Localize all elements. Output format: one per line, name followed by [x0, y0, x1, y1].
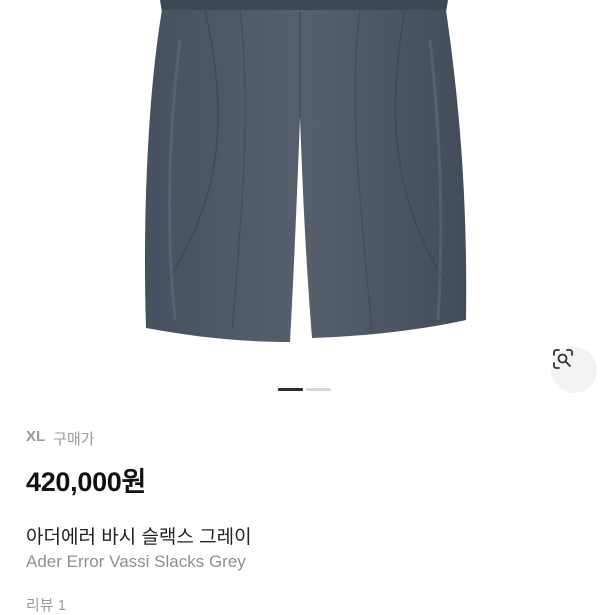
product-image-gallery[interactable] — [0, 0, 611, 404]
size-label: XL — [26, 428, 46, 445]
gallery-pagination — [278, 388, 331, 392]
product-image — [144, 0, 467, 342]
price: 420,000원 — [26, 467, 147, 497]
product-title-korean: 아더에러 바시 슬랙스 그레이 — [26, 527, 252, 548]
purchase-price-label: 구매가 — [53, 431, 95, 448]
lens-search-button[interactable] — [551, 347, 597, 393]
reviews-link[interactable]: 리뷰 1 — [26, 594, 66, 615]
size-purchase-info: XL 구매가 — [26, 428, 95, 449]
gallery-dot-2[interactable] — [306, 388, 331, 391]
product-title-english: Ader Error Vassi Slacks Grey — [26, 552, 246, 571]
gallery-dot-1[interactable] — [278, 388, 303, 391]
